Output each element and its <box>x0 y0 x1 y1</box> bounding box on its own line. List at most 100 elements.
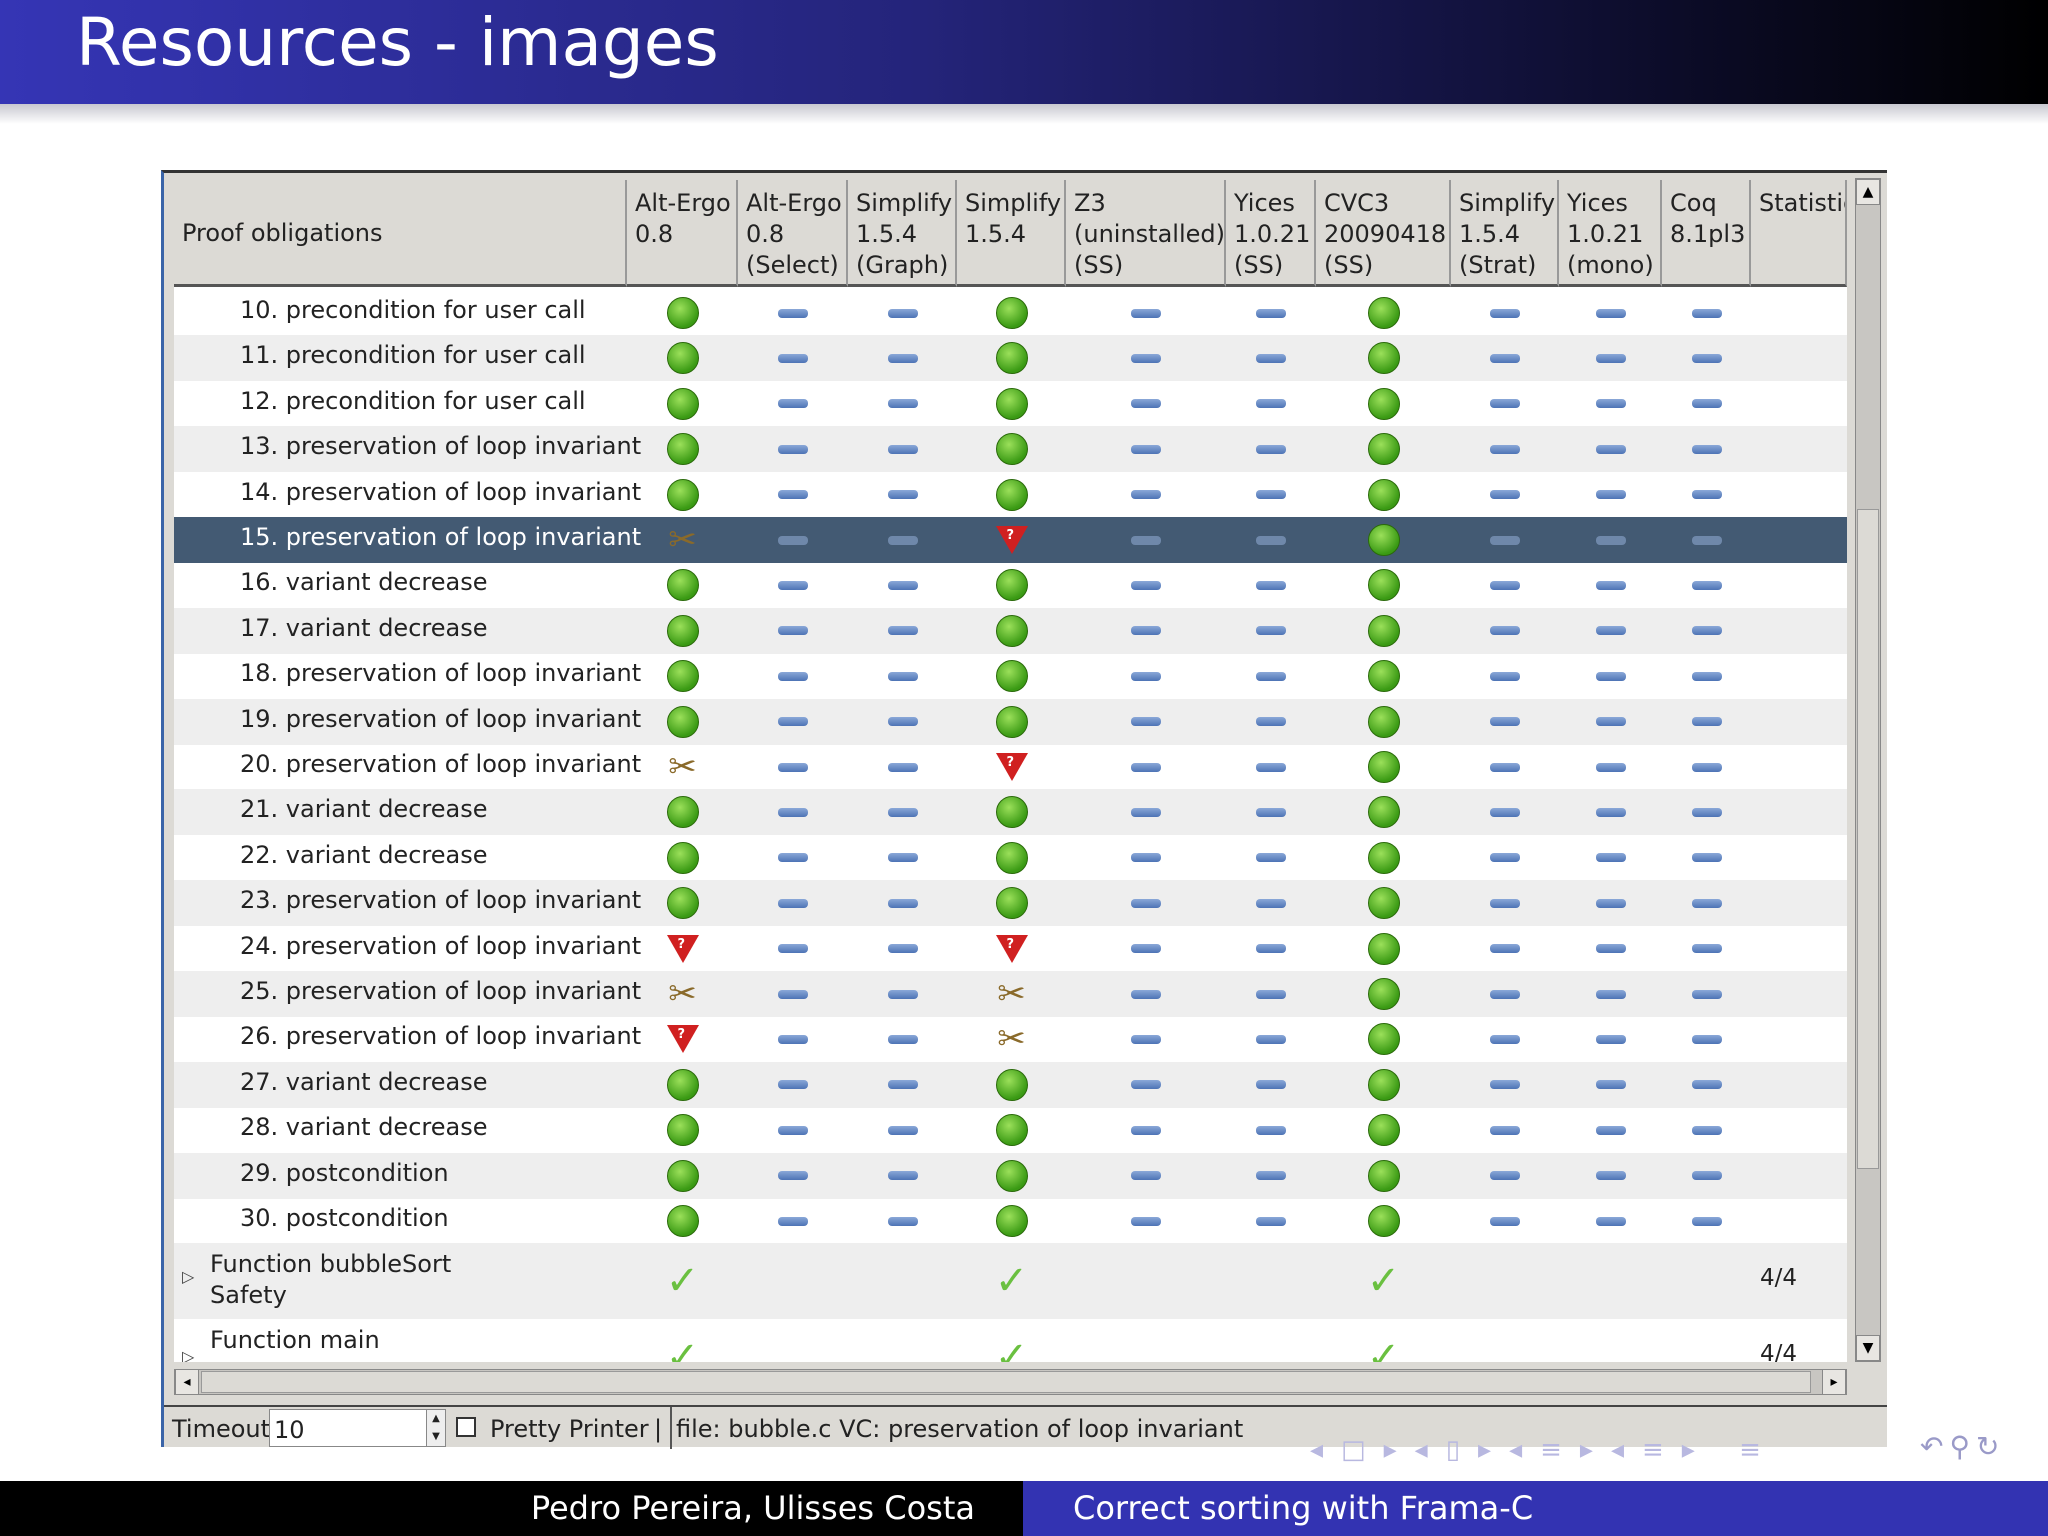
status-cell[interactable] <box>1316 926 1451 972</box>
status-cell[interactable] <box>848 335 957 381</box>
status-cell[interactable] <box>1316 1153 1451 1199</box>
column-header[interactable]: Alt-Ergo 0.8 (Select) <box>738 180 848 287</box>
expander-icon[interactable]: ▷ <box>182 1347 194 1362</box>
column-header[interactable]: Z3 (uninstalled) (SS) <box>1066 180 1226 287</box>
table-row[interactable]: 13. preservation of loop invariant <box>174 426 1847 473</box>
status-cell[interactable] <box>1226 608 1316 654</box>
status-cell[interactable] <box>957 699 1066 745</box>
status-cell[interactable] <box>738 426 848 472</box>
status-cell[interactable] <box>1662 1107 1751 1153</box>
status-cell[interactable] <box>848 1153 957 1199</box>
timeout-input[interactable]: 10 <box>269 1409 434 1447</box>
status-cell[interactable] <box>738 699 848 745</box>
status-cell[interactable] <box>1662 381 1751 427</box>
scroll-down-icon[interactable]: ▼ <box>1856 1335 1880 1361</box>
status-cell[interactable] <box>627 562 738 608</box>
status-cell[interactable] <box>848 789 957 835</box>
status-cell[interactable]: ✂ <box>627 517 738 563</box>
status-cell[interactable] <box>1066 608 1226 654</box>
status-cell[interactable] <box>627 1062 738 1108</box>
status-cell[interactable] <box>738 335 848 381</box>
status-cell[interactable] <box>1559 744 1662 790</box>
status-cell[interactable] <box>627 426 738 472</box>
status-cell[interactable] <box>1066 971 1226 1017</box>
status-cell[interactable] <box>1066 1062 1226 1108</box>
status-cell[interactable] <box>738 562 848 608</box>
status-cell[interactable] <box>627 1198 738 1244</box>
status-cell[interactable] <box>1559 1016 1662 1062</box>
status-cell[interactable] <box>1559 971 1662 1017</box>
status-cell[interactable] <box>1226 290 1316 336</box>
function-group-row[interactable]: ▷ Function bubbleSort Safety ✓ ✓ ✓ 4/4 <box>174 1243 1847 1320</box>
status-cell[interactable] <box>1662 926 1751 972</box>
status-cell[interactable] <box>1451 835 1559 881</box>
column-header[interactable]: Simplify 1.5.4 (Graph) <box>848 180 957 287</box>
status-cell[interactable] <box>1451 426 1559 472</box>
column-header[interactable]: Simplify 1.5.4 (Strat) <box>1451 180 1559 287</box>
status-cell[interactable] <box>1662 1016 1751 1062</box>
status-cell[interactable] <box>1451 789 1559 835</box>
table-row[interactable]: 22. variant decrease <box>174 835 1847 881</box>
status-cell[interactable] <box>1316 472 1451 518</box>
status-cell[interactable] <box>848 880 957 926</box>
status-cell[interactable] <box>1451 699 1559 745</box>
status-cell[interactable] <box>1226 1016 1316 1062</box>
status-cell[interactable] <box>627 880 738 926</box>
status-cell[interactable] <box>957 1153 1066 1199</box>
status-cell[interactable] <box>627 1107 738 1153</box>
status-cell[interactable] <box>1226 789 1316 835</box>
status-cell[interactable] <box>1451 744 1559 790</box>
status-cell[interactable] <box>848 1016 957 1062</box>
table-row[interactable]: 21. variant decrease <box>174 789 1847 836</box>
status-cell[interactable] <box>1451 1153 1559 1199</box>
status-cell[interactable] <box>957 789 1066 835</box>
table-row[interactable]: 15. preservation of loop invariant ✂? <box>174 517 1847 563</box>
status-cell[interactable] <box>1662 608 1751 654</box>
status-cell[interactable] <box>957 381 1066 427</box>
status-cell[interactable] <box>738 926 848 972</box>
status-cell[interactable] <box>1559 517 1662 563</box>
status-cell[interactable] <box>1559 880 1662 926</box>
status-cell[interactable] <box>627 381 738 427</box>
status-cell[interactable] <box>1226 835 1316 881</box>
status-cell[interactable] <box>957 335 1066 381</box>
status-cell[interactable] <box>848 1198 957 1244</box>
status-cell[interactable] <box>1316 653 1451 699</box>
status-cell[interactable] <box>1226 426 1316 472</box>
horizontal-scrollbar[interactable]: ◂ ▸ <box>174 1369 1847 1395</box>
status-cell[interactable] <box>1662 472 1751 518</box>
status-cell[interactable] <box>848 926 957 972</box>
status-cell[interactable] <box>957 290 1066 336</box>
status-cell[interactable] <box>627 335 738 381</box>
table-row[interactable]: 24. preservation of loop invariant?? <box>174 926 1847 972</box>
status-cell[interactable] <box>1226 1198 1316 1244</box>
status-cell[interactable] <box>738 1153 848 1199</box>
status-cell[interactable] <box>738 880 848 926</box>
status-cell[interactable] <box>848 381 957 427</box>
status-cell[interactable] <box>1662 1198 1751 1244</box>
status-cell[interactable] <box>848 290 957 336</box>
status-cell[interactable] <box>1451 653 1559 699</box>
status-cell[interactable] <box>1226 1153 1316 1199</box>
status-cell[interactable] <box>1316 517 1451 563</box>
status-cell[interactable] <box>1559 562 1662 608</box>
status-cell[interactable] <box>627 1153 738 1199</box>
timeout-spinner[interactable]: ▲ ▼ <box>426 1409 446 1447</box>
table-row[interactable]: 23. preservation of loop invariant <box>174 880 1847 927</box>
table-row[interactable]: 26. preservation of loop invariant? ✂ <box>174 1016 1847 1062</box>
beamer-search-icons[interactable]: ↶⚲↻ <box>1920 1430 2005 1463</box>
expander-icon[interactable]: ▷ <box>182 1267 194 1286</box>
status-cell[interactable] <box>1316 971 1451 1017</box>
status-cell[interactable] <box>1226 1062 1316 1108</box>
status-cell[interactable] <box>627 699 738 745</box>
status-cell[interactable] <box>1066 1153 1226 1199</box>
table-row[interactable]: 30. postcondition <box>174 1198 1847 1244</box>
status-cell[interactable] <box>738 381 848 427</box>
status-cell[interactable] <box>1559 699 1662 745</box>
vertical-scrollbar[interactable]: ▲ ▼ <box>1855 178 1881 1362</box>
status-cell[interactable] <box>1226 335 1316 381</box>
status-cell[interactable] <box>1066 1198 1226 1244</box>
table-row[interactable]: 10. precondition for user call <box>174 290 1847 336</box>
status-cell[interactable] <box>1662 699 1751 745</box>
status-cell[interactable] <box>1559 426 1662 472</box>
